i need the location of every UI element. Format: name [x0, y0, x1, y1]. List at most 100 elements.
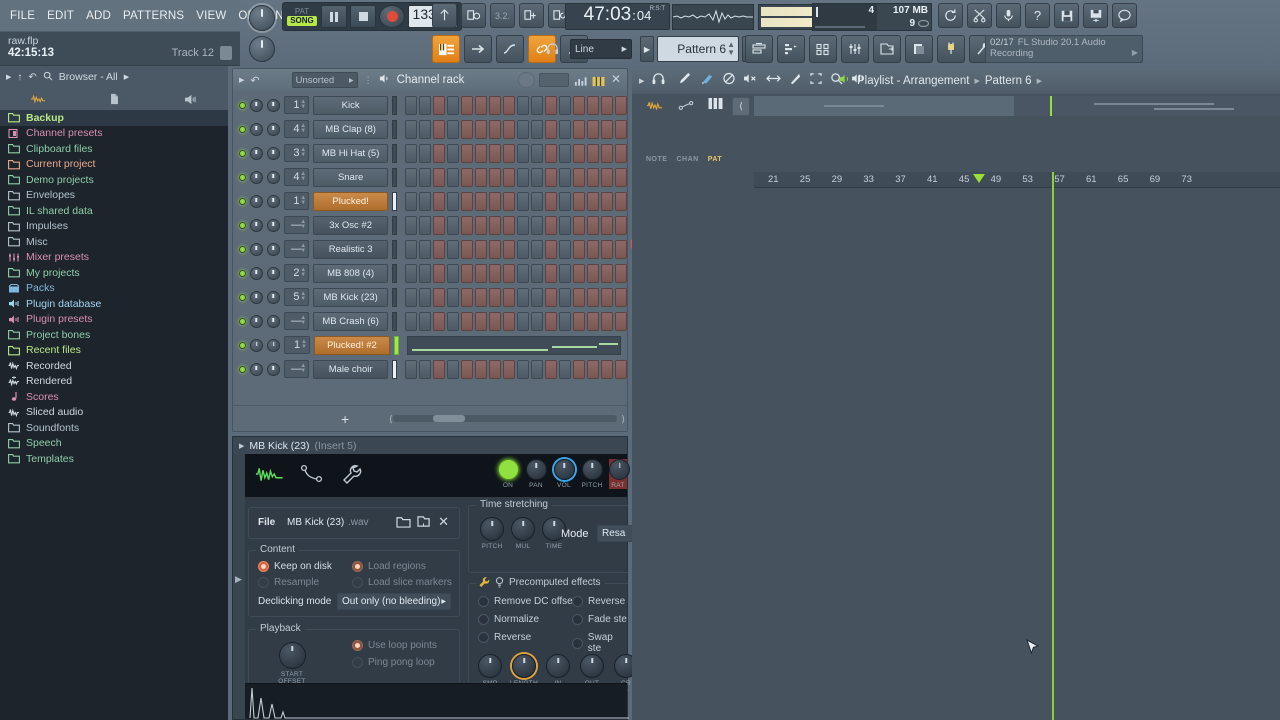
- step-button[interactable]: [587, 95, 599, 115]
- step-button[interactable]: [545, 287, 557, 307]
- time-display[interactable]: 47:03:04 R:S:T: [565, 3, 670, 30]
- master-volume-knob[interactable]: [249, 36, 275, 62]
- browser-icon[interactable]: [873, 35, 901, 63]
- mul-stretch-knob[interactable]: MUL: [509, 517, 537, 550]
- menu-item-patterns[interactable]: PATTERNS: [121, 9, 186, 23]
- browser-tab-plugins[interactable]: [152, 88, 228, 110]
- metronome-icon[interactable]: [461, 3, 486, 28]
- step-button[interactable]: [489, 239, 501, 259]
- chevron-right-icon[interactable]: ▶: [124, 73, 129, 81]
- step-button[interactable]: [489, 95, 501, 115]
- channel-pan-knob[interactable]: [249, 242, 263, 256]
- menu-item-add[interactable]: ADD: [84, 9, 113, 23]
- channel-pan-knob[interactable]: [249, 170, 263, 184]
- step-button[interactable]: [531, 95, 543, 115]
- slice-icon[interactable]: [788, 72, 802, 90]
- save-sample-icon[interactable]: [417, 515, 431, 533]
- browser-item-envelopes[interactable]: Envelopes: [0, 188, 228, 204]
- waveform-icon[interactable]: [255, 463, 283, 487]
- step-button[interactable]: [405, 359, 417, 379]
- channel-mixer-track[interactable]: — ▲ ▼: [283, 216, 310, 234]
- step-button[interactable]: [531, 287, 543, 307]
- step-button[interactable]: [419, 167, 431, 187]
- step-button[interactable]: [419, 287, 431, 307]
- step-button[interactable]: [433, 359, 445, 379]
- browser-item-my-projects[interactable]: My projects: [0, 265, 228, 281]
- step-button[interactable]: [615, 143, 627, 163]
- channel-volume-knob[interactable]: [266, 362, 280, 376]
- channel-mixer-track[interactable]: 1 ▲ ▼: [283, 96, 310, 114]
- undo-icon[interactable]: ↶: [250, 74, 259, 87]
- step-button[interactable]: [559, 287, 571, 307]
- step-button[interactable]: [573, 359, 585, 379]
- undo-icon[interactable]: ↶: [28, 72, 36, 83]
- channel-pan-knob[interactable]: [249, 218, 263, 232]
- step-button[interactable]: [503, 191, 515, 211]
- playhead-marker[interactable]: [972, 174, 985, 183]
- step-button[interactable]: [545, 191, 557, 211]
- step-button[interactable]: [517, 95, 529, 115]
- step-button[interactable]: [615, 215, 627, 235]
- step-button[interactable]: [461, 239, 473, 259]
- menu-dots-icon[interactable]: ⋮: [364, 76, 373, 85]
- channel-mixer-track[interactable]: 2 ▲ ▼: [283, 264, 310, 282]
- channel-name-button[interactable]: MB Clap (8): [313, 119, 389, 139]
- step-button[interactable]: [433, 239, 445, 259]
- step-button[interactable]: [615, 311, 627, 331]
- channel-mute-led[interactable]: [239, 365, 246, 373]
- step-button[interactable]: [517, 311, 529, 331]
- channel-row[interactable]: — ▲ ▼ MB Crash (6): [233, 309, 627, 333]
- step-button[interactable]: [517, 167, 529, 187]
- step-button[interactable]: [503, 359, 515, 379]
- channel-mixer-track[interactable]: — ▲ ▼: [283, 360, 310, 378]
- step-button[interactable]: [573, 215, 585, 235]
- swing-value-field[interactable]: [539, 73, 569, 87]
- step-button[interactable]: [447, 95, 459, 115]
- step-button[interactable]: [461, 215, 473, 235]
- piano-roll-window-icon[interactable]: [777, 35, 805, 63]
- step-button[interactable]: [615, 191, 627, 211]
- mode-tab-automation-icon[interactable]: [678, 98, 694, 116]
- channel-mute-led[interactable]: [239, 101, 246, 109]
- browser-item-speech[interactable]: Speech: [0, 436, 228, 452]
- step-button[interactable]: [559, 239, 571, 259]
- play-pause-button[interactable]: [321, 5, 347, 28]
- step-button[interactable]: [615, 359, 627, 379]
- menu-arrow-icon[interactable]: ▶: [639, 77, 644, 85]
- channel-volume-knob[interactable]: [267, 338, 280, 352]
- menu-item-edit[interactable]: EDIT: [45, 9, 76, 23]
- wait-input-icon[interactable]: 3.2.: [490, 3, 515, 28]
- step-button[interactable]: [517, 215, 529, 235]
- browser-item-plugin-presets[interactable]: Plugin presets: [0, 312, 228, 328]
- step-button[interactable]: [475, 95, 487, 115]
- channel-volume-knob[interactable]: [266, 290, 280, 304]
- step-button[interactable]: [489, 287, 501, 307]
- step-button[interactable]: [573, 239, 585, 259]
- step-button[interactable]: [405, 119, 417, 139]
- step-button[interactable]: [587, 167, 599, 187]
- step-button[interactable]: [517, 191, 529, 211]
- step-button[interactable]: [545, 263, 557, 283]
- browser-item-mixer-presets[interactable]: Mixer presets: [0, 250, 228, 266]
- step-button[interactable]: [489, 167, 501, 187]
- clipboard-icon[interactable]: [905, 35, 933, 63]
- step-button[interactable]: [433, 311, 445, 331]
- pattern-prev-button[interactable]: ▶: [640, 36, 654, 62]
- browser-item-templates[interactable]: Templates: [0, 451, 228, 467]
- rail-arrow-icon[interactable]: ▶: [235, 574, 242, 585]
- cut-icon[interactable]: [967, 3, 992, 28]
- channel-name-button[interactable]: MB 808 (4): [313, 263, 389, 283]
- channel-name-button[interactable]: Kick: [313, 95, 389, 115]
- browser-item-il-shared-data[interactable]: IL shared data: [0, 203, 228, 219]
- step-button[interactable]: [615, 287, 627, 307]
- step-button[interactable]: [601, 119, 613, 139]
- step-button[interactable]: [601, 359, 613, 379]
- open-folder-icon[interactable]: [396, 515, 411, 533]
- step-button[interactable]: [447, 167, 459, 187]
- channel-pan-knob[interactable]: [249, 98, 263, 112]
- step-button[interactable]: [587, 191, 599, 211]
- ratio-knob[interactable]: RAT: [609, 459, 630, 489]
- step-button[interactable]: [545, 239, 557, 259]
- step-button[interactable]: [461, 119, 473, 139]
- step-button[interactable]: [601, 191, 613, 211]
